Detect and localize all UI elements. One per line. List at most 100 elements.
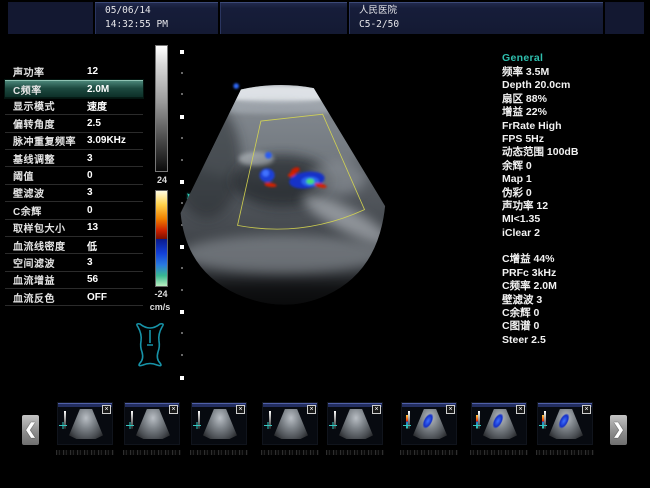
- sidebar-row-0[interactable]: 声功率12: [5, 63, 143, 80]
- thumbnail-1[interactable]: ×: [125, 403, 179, 444]
- sidebar-row-8[interactable]: C余辉0: [5, 202, 143, 219]
- chevron-left-icon: ❮: [24, 421, 37, 438]
- thumbnail-7[interactable]: ×: [538, 403, 592, 444]
- thumb-marker-icon: [193, 422, 201, 429]
- info-line: Depth 20.0cm: [502, 79, 647, 92]
- thumbnail-5[interactable]: ×: [402, 403, 456, 444]
- param-label: 血流反色: [13, 290, 87, 305]
- param-value: 56: [87, 274, 139, 285]
- close-icon[interactable]: ×: [236, 405, 245, 414]
- thumb-ultrasound-image: [339, 409, 373, 439]
- sidebar-row-6[interactable]: 阈值0: [5, 167, 143, 184]
- param-label: 显示模式: [13, 98, 87, 113]
- param-label: C频率: [13, 82, 87, 97]
- param-label: 阈值: [13, 168, 87, 183]
- thumb-caption-noise: [123, 450, 181, 455]
- info-line: C图谱 0: [502, 320, 647, 333]
- thumb-marker-icon: [59, 422, 67, 429]
- thumbnail-0[interactable]: ×: [58, 403, 112, 444]
- topbar-empty-block: [220, 2, 347, 34]
- chevron-right-icon: ❯: [612, 421, 625, 438]
- thumb-caption-noise: [326, 450, 384, 455]
- close-icon[interactable]: ×: [516, 405, 525, 414]
- ultrasound-app-screen: 05/06/14 14:32:55 PM 人民医院 C5-2/50 声功率12C…: [0, 0, 650, 488]
- info-line: 增益 22%: [502, 106, 647, 119]
- info-line: 壁滤波 3: [502, 294, 647, 307]
- param-value: 12: [87, 66, 139, 77]
- param-label: C余辉: [13, 203, 87, 218]
- thumb-caption-noise: [536, 450, 594, 455]
- param-value: 速度: [87, 98, 139, 113]
- param-value: 0: [87, 170, 139, 181]
- param-value: 3: [87, 257, 139, 268]
- info-line: 频率 3.5M: [502, 66, 647, 79]
- sidebar-row-5[interactable]: 基线调整3: [5, 150, 143, 167]
- param-label: 血流增益: [13, 272, 87, 287]
- thumbnail-4[interactable]: ×: [328, 403, 382, 444]
- close-icon[interactable]: ×: [582, 405, 591, 414]
- thumbnail-6[interactable]: ×: [472, 403, 526, 444]
- thumb-marker-icon: [403, 422, 411, 429]
- param-value: 低: [87, 238, 139, 253]
- info-line: C频率 2.0M: [502, 280, 647, 293]
- info-line: Map 1: [502, 173, 647, 186]
- date-text: 05/06/14: [105, 4, 218, 18]
- thumb-ultrasound-image: [274, 409, 308, 439]
- thumb-caption-noise: [400, 450, 458, 455]
- thumbnail-2[interactable]: ×: [192, 403, 246, 444]
- info-line: FrRate High: [502, 120, 647, 133]
- thumb-ultrasound-image: [69, 409, 103, 439]
- info-line: C余辉 0: [502, 307, 647, 320]
- info-line: 扇区 88%: [502, 93, 647, 106]
- param-value: 0: [87, 205, 139, 216]
- thumb-caption-noise: [261, 450, 319, 455]
- hospital-name: 人民医院: [359, 4, 603, 18]
- info-line: C增益 44%: [502, 253, 647, 266]
- time-text: 14:32:55 PM: [105, 18, 218, 32]
- close-icon[interactable]: ×: [307, 405, 316, 414]
- thumb-ultrasound-image: [136, 409, 170, 439]
- hospital-block: 人民医院 C5-2/50: [349, 2, 603, 34]
- close-icon[interactable]: ×: [102, 405, 111, 414]
- prev-thumbnails-button[interactable]: ❮: [22, 415, 39, 445]
- next-thumbnails-button[interactable]: ❯: [610, 415, 627, 445]
- sidebar-row-3[interactable]: 偏转角度2.5: [5, 115, 143, 132]
- close-icon[interactable]: ×: [169, 405, 178, 414]
- topbar-right-block: [605, 2, 644, 34]
- thumb-marker-icon: [473, 422, 481, 429]
- datetime-block: 05/06/14 14:32:55 PM: [95, 2, 218, 34]
- info-line: 余辉 0: [502, 160, 647, 173]
- sidebar-row-9[interactable]: 取样包大小13: [5, 220, 143, 237]
- sidebar-row-1[interactable]: C频率2.0M: [5, 80, 143, 97]
- sidebar-row-12[interactable]: 血流增益56: [5, 272, 143, 289]
- sidebar-row-13[interactable]: 血流反色OFF: [5, 289, 143, 306]
- param-label: 血流线密度: [13, 238, 87, 253]
- info-line: Steer 2.5: [502, 334, 647, 347]
- param-label: 脉冲重复频率: [13, 133, 87, 148]
- close-icon[interactable]: ×: [372, 405, 381, 414]
- ultrasound-image[interactable]: [160, 38, 510, 388]
- thumbnail-3[interactable]: ×: [263, 403, 317, 444]
- sidebar-row-4[interactable]: 脉冲重复频率3.09KHz: [5, 133, 143, 150]
- close-icon[interactable]: ×: [446, 405, 455, 414]
- param-value: 2.0M: [87, 84, 139, 95]
- sidebar-row-10[interactable]: 血流线密度低: [5, 237, 143, 254]
- bmode-params: 频率 3.5MDepth 20.0cm扇区 88%增益 22%FrRate Hi…: [502, 66, 647, 240]
- sidebar-row-2[interactable]: 显示模式速度: [5, 98, 143, 115]
- info-line: MI<1.35: [502, 213, 647, 226]
- info-line: 声功率 12: [502, 200, 647, 213]
- param-label: 取样包大小: [13, 220, 87, 235]
- thumb-ultrasound-image: [203, 409, 237, 439]
- param-value: 3: [87, 153, 139, 164]
- sidebar-row-11[interactable]: 空间滤波3: [5, 254, 143, 271]
- info-line: 动态范围 100dB: [502, 146, 647, 159]
- general-section-header: General: [502, 52, 647, 64]
- param-value: 3: [87, 187, 139, 198]
- probe-model: C5-2/50: [359, 18, 603, 32]
- sidebar-row-7[interactable]: 壁滤波3: [5, 185, 143, 202]
- param-label: 声功率: [13, 64, 87, 79]
- thumb-marker-icon: [264, 422, 272, 429]
- info-line: 伪彩 0: [502, 187, 647, 200]
- topbar-left-block: [8, 2, 93, 34]
- param-label: 基线调整: [13, 151, 87, 166]
